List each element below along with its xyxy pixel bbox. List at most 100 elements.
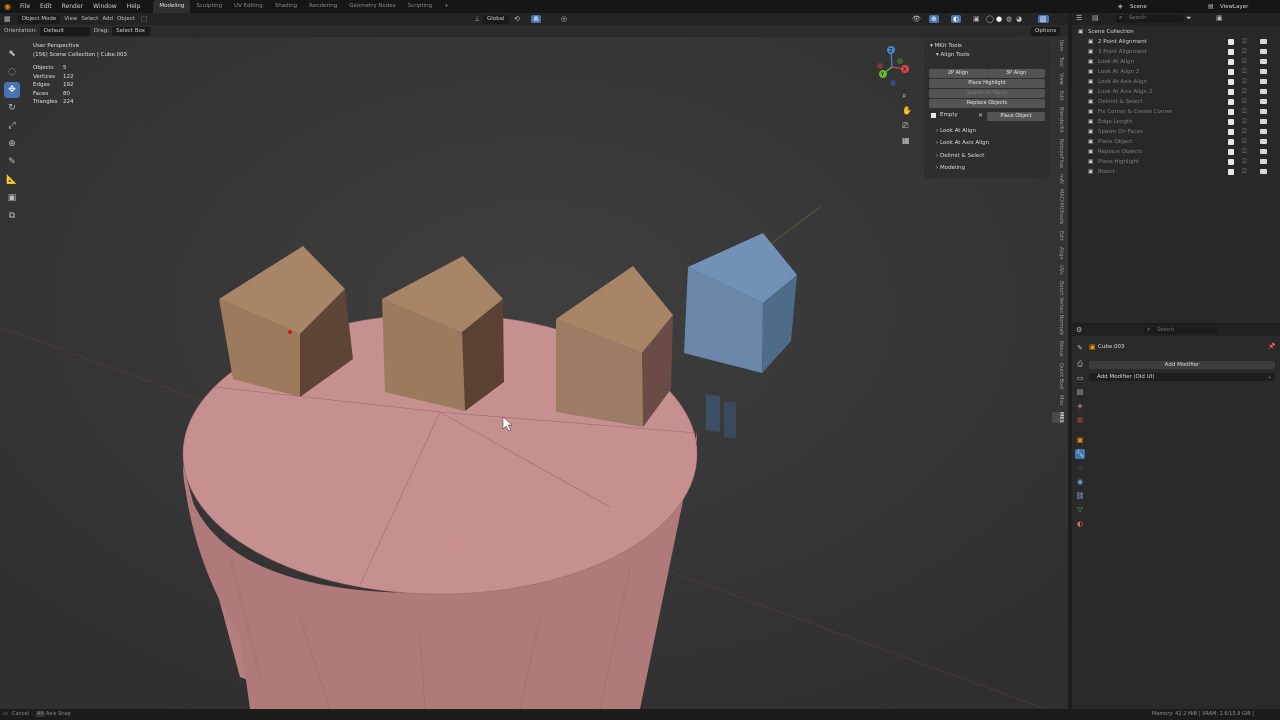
outliner-item[interactable]: ▣ Fix Corner & Create Corner ⎚ bbox=[1072, 107, 1280, 117]
editor-type-icon[interactable]: ▦ bbox=[0, 15, 15, 23]
outliner-item[interactable]: ▣ Place Highlight ⎚ bbox=[1072, 157, 1280, 167]
exclude-checkbox[interactable] bbox=[1228, 89, 1234, 95]
clear-icon[interactable]: ✕ bbox=[978, 112, 983, 119]
outliner-item[interactable]: ▣ Bisect ⎚ bbox=[1072, 167, 1280, 177]
add-workspace-button[interactable]: + bbox=[438, 0, 455, 13]
outliner-root[interactable]: ▣ Scene Collection bbox=[1072, 27, 1280, 37]
measure-tool-icon[interactable]: 📐 bbox=[4, 172, 20, 188]
cursor-tool-icon[interactable]: ◌ bbox=[4, 64, 20, 80]
outliner-item[interactable]: ▣ Delimit & Select ⎚ bbox=[1072, 97, 1280, 107]
rotate-tool-icon[interactable]: ↻ bbox=[4, 100, 20, 116]
camera-restrict-icon[interactable]: ⎚ bbox=[1242, 37, 1247, 47]
outliner-item[interactable]: ▣ Look At Axis Align ⎚ bbox=[1072, 77, 1280, 87]
options-dropdown[interactable]: Options bbox=[1031, 26, 1061, 36]
exclude-checkbox[interactable] bbox=[1228, 59, 1234, 65]
add-cube-tool-icon[interactable]: ▣ bbox=[4, 190, 20, 206]
monitor-icon[interactable] bbox=[1260, 139, 1267, 144]
monitor-icon[interactable] bbox=[1260, 79, 1267, 84]
shading-material-icon[interactable]: ◍ bbox=[1006, 15, 1012, 23]
view-layer-name[interactable]: ViewLayer bbox=[1220, 4, 1248, 10]
workspace-tab-sculpting[interactable]: Sculpting bbox=[190, 0, 228, 13]
add-modifier-old-dropdown[interactable]: Add Modifier (Old UI) ⌄ bbox=[1089, 373, 1275, 381]
camera-restrict-icon[interactable]: ⎚ bbox=[1242, 57, 1247, 67]
scale-tool-icon[interactable]: ⤢ bbox=[4, 118, 20, 134]
sidebar-tab[interactable]: mAI bbox=[1052, 174, 1064, 184]
outliner-item[interactable]: ▣ Edge Length ⎚ bbox=[1072, 117, 1280, 127]
monitor-icon[interactable] bbox=[1260, 149, 1267, 154]
sidebar-tab[interactable]: Item bbox=[1052, 40, 1064, 51]
panel-title[interactable]: ▾ MKit Tools bbox=[924, 40, 1050, 49]
xray-icon[interactable]: ▣ bbox=[973, 15, 980, 23]
pin-icon[interactable]: 📌 bbox=[1268, 343, 1275, 350]
workspace-tab-shading[interactable]: Shading bbox=[269, 0, 303, 13]
align-tools-header[interactable]: ▾ Align Tools bbox=[924, 49, 1050, 58]
outliner-item[interactable]: ▣ Look At Axis Align 2 ⎚ bbox=[1072, 87, 1280, 97]
material-props-icon[interactable]: ◐ bbox=[1075, 519, 1085, 529]
workspace-tab-scripting[interactable]: Scripting bbox=[402, 0, 438, 13]
replace-objects-button[interactable]: Replace Objects bbox=[929, 99, 1045, 108]
scene-name[interactable]: Scene bbox=[1130, 4, 1147, 10]
2p-align-button[interactable]: 2P Align bbox=[929, 69, 987, 78]
camera-view-icon[interactable]: ⎚ bbox=[902, 121, 908, 131]
menu-view[interactable]: View bbox=[64, 16, 77, 22]
monitor-icon[interactable] bbox=[1260, 69, 1267, 74]
modifier-props-icon[interactable]: 🔧 bbox=[1075, 449, 1085, 459]
display-mode-icon[interactable]: ▤ bbox=[1092, 14, 1099, 22]
monitor-icon[interactable] bbox=[1260, 99, 1267, 104]
camera-restrict-icon[interactable]: ⎚ bbox=[1242, 47, 1247, 57]
properties-editor-icon[interactable]: ⚙ bbox=[1076, 326, 1082, 334]
shading-wireframe-icon[interactable]: ◯ bbox=[986, 15, 994, 23]
modeling-section[interactable]: › Modeling bbox=[936, 165, 965, 171]
exclude-checkbox[interactable] bbox=[1228, 119, 1234, 125]
outliner-item[interactable]: ▣ Replace Objects ⎚ bbox=[1072, 147, 1280, 157]
menu-object[interactable]: Object bbox=[117, 16, 135, 22]
monitor-icon[interactable] bbox=[1260, 49, 1267, 54]
sidebar-tab[interactable]: UVs bbox=[1052, 265, 1064, 275]
blender-logo-icon[interactable]: ◉ bbox=[0, 2, 15, 11]
sidebar-toggle-icon[interactable]: ▥ bbox=[1038, 15, 1049, 23]
look-at-align-section[interactable]: › Look At Align bbox=[936, 128, 976, 134]
particles-props-icon[interactable]: ⁘ bbox=[1075, 463, 1085, 473]
workspace-tab-modeling[interactable]: Modeling bbox=[153, 0, 191, 13]
place-highlight-button[interactable]: Place Highlight bbox=[929, 79, 1045, 88]
3d-viewport[interactable]: X Z Y ⌕ ✋ ⎚ ▦ bbox=[0, 37, 1068, 709]
spawn-on-faces-button[interactable]: Spawn on Faces bbox=[929, 89, 1045, 98]
gizmo-toggle-icon[interactable]: ⊕ bbox=[929, 15, 939, 23]
camera-restrict-icon[interactable]: ⎚ bbox=[1242, 127, 1247, 137]
properties-search-field[interactable]: ⌕ Search bbox=[1144, 326, 1218, 334]
constraints-props-icon[interactable]: ⛓ bbox=[1075, 491, 1085, 501]
exclude-checkbox[interactable] bbox=[1228, 99, 1234, 105]
camera-restrict-icon[interactable]: ⎚ bbox=[1242, 137, 1247, 147]
outliner-item[interactable]: ▣ 3 Point Alignment ⎚ bbox=[1072, 47, 1280, 57]
sidebar-tab[interactable]: Nexus bbox=[1052, 341, 1064, 356]
camera-restrict-icon[interactable]: ⎚ bbox=[1242, 147, 1247, 157]
selection-mode-icon[interactable]: ⬚ bbox=[141, 15, 148, 23]
pivot-icon[interactable]: ⟲ bbox=[514, 15, 520, 23]
outliner-item[interactable]: ▣ Place Object ⎚ bbox=[1072, 137, 1280, 147]
proportional-edit-icon[interactable]: ◎ bbox=[561, 15, 567, 23]
tool-props-icon[interactable]: ✎ bbox=[1075, 343, 1085, 353]
output-props-icon[interactable]: ▭ bbox=[1075, 373, 1085, 383]
visibility-icon[interactable]: 👁 bbox=[912, 15, 921, 23]
sidebar-tab[interactable]: Align bbox=[1052, 247, 1064, 260]
outliner-item[interactable]: ▣ Spawn On Faces ⎚ bbox=[1072, 127, 1280, 137]
render-props-icon[interactable]: ⎙ bbox=[1075, 359, 1085, 369]
monitor-icon[interactable] bbox=[1260, 89, 1267, 94]
exclude-checkbox[interactable] bbox=[1228, 139, 1234, 145]
exclude-checkbox[interactable] bbox=[1228, 79, 1234, 85]
outliner-item[interactable]: ▣ 2 Point Alignment ⎚ bbox=[1072, 37, 1280, 47]
shading-rendered-icon[interactable]: ◕ bbox=[1016, 15, 1022, 23]
transform-space-dropdown[interactable]: Global bbox=[483, 14, 509, 24]
workspace-tab-geometry-nodes[interactable]: Geometry Nodes bbox=[343, 0, 401, 13]
sidebar-tab[interactable]: RetopoFlow bbox=[1052, 139, 1064, 168]
annotate-tool-icon[interactable]: ✎ bbox=[4, 154, 20, 170]
outliner-item[interactable]: ▣ Look At Align ⎚ bbox=[1072, 57, 1280, 67]
exclude-checkbox[interactable] bbox=[1228, 69, 1234, 75]
sidebar-tab[interactable]: BlenderKit bbox=[1052, 107, 1064, 133]
select-tool-icon[interactable]: ⬉ bbox=[4, 46, 20, 62]
sidebar-tab[interactable]: View bbox=[1052, 73, 1064, 85]
menu-render[interactable]: Render bbox=[57, 0, 88, 13]
menu-window[interactable]: Window bbox=[88, 0, 122, 13]
drag-dropdown[interactable]: Select Box bbox=[112, 26, 151, 36]
sidebar-tab[interactable]: Edit bbox=[1052, 231, 1064, 241]
